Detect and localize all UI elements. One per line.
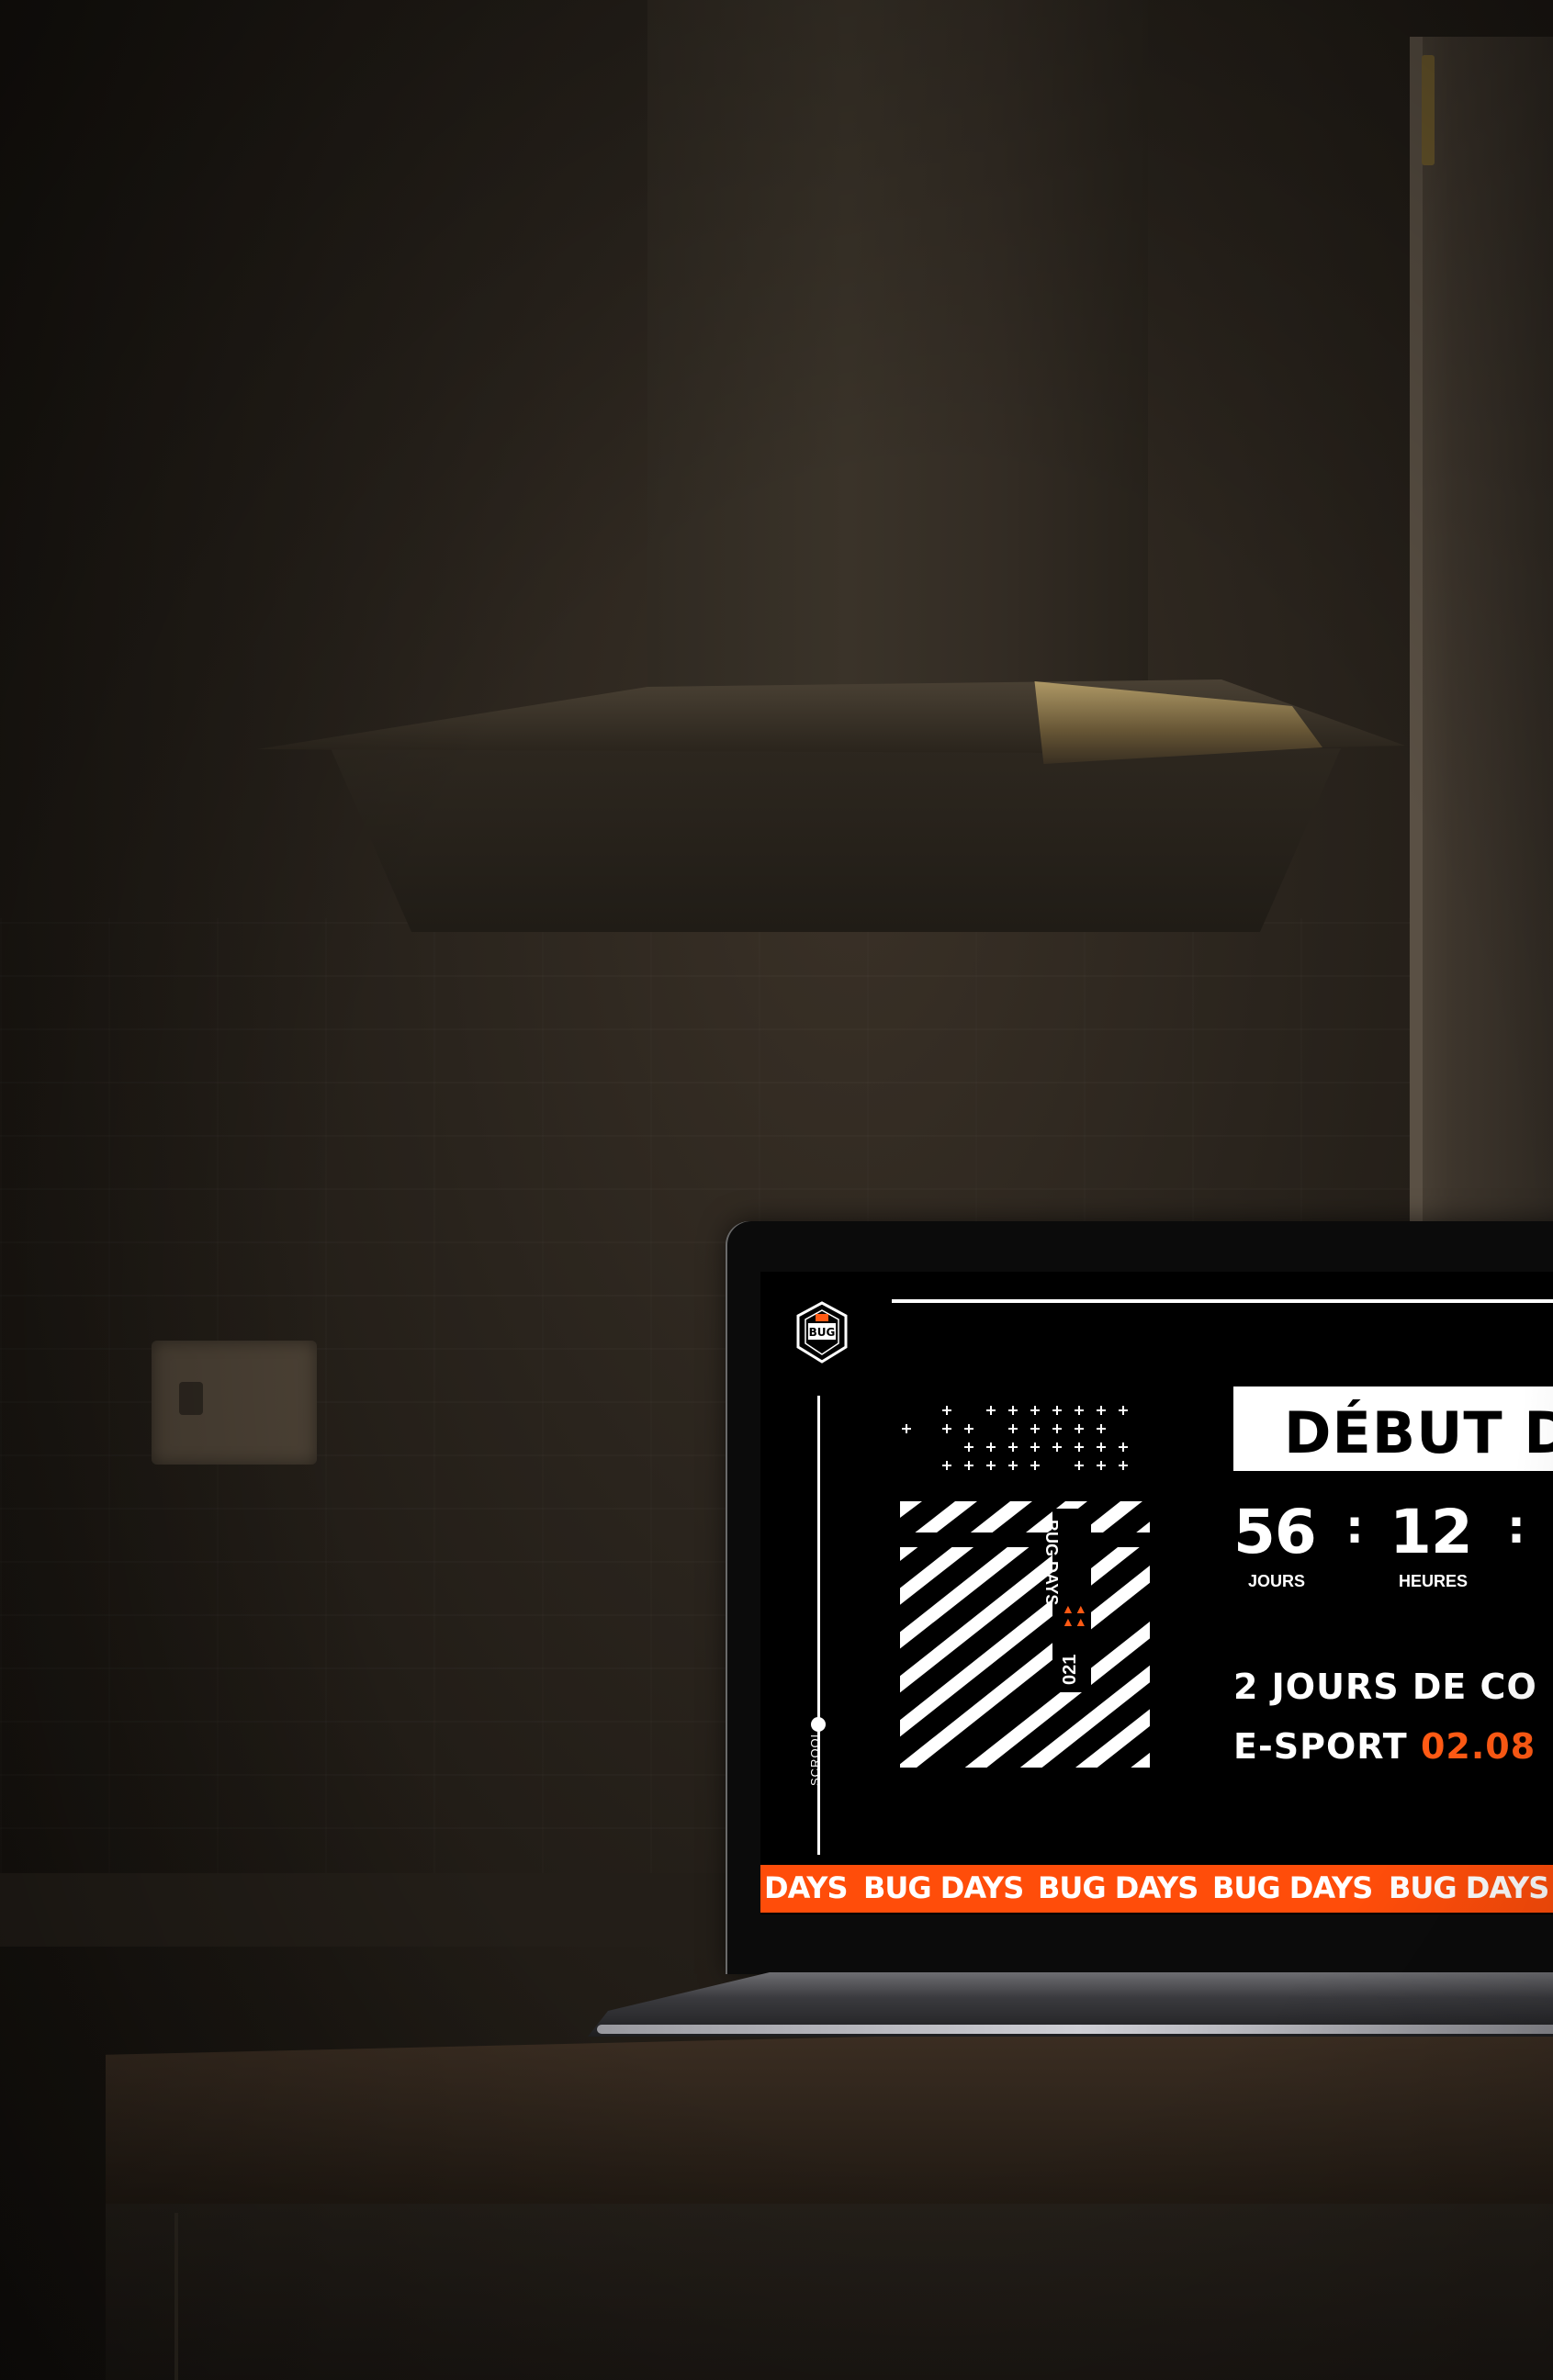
header-rule xyxy=(892,1299,1553,1303)
kitchen-scene: BUG SCROOL BUG DAYS ▲▲ ▲▲ 021 DÉBUT D 56… xyxy=(0,0,1553,2380)
range-hood-body xyxy=(331,748,1341,932)
wall-outlet xyxy=(152,1341,317,1465)
cabinet-seam xyxy=(174,2213,178,2380)
page-title: DÉBUT D xyxy=(1284,1399,1553,1466)
cabinet-front xyxy=(106,2204,1553,2380)
poster-tag-title: BUG DAYS xyxy=(1042,1520,1061,1606)
ticker-item: BUG DAYS xyxy=(863,1870,1024,1905)
wooden-countertop xyxy=(106,2020,1553,2213)
outlet-socket xyxy=(179,1382,203,1415)
countdown-separator: : xyxy=(1345,1500,1364,1554)
poster-tag-year: 021 xyxy=(1060,1654,1080,1685)
door-edge xyxy=(1410,37,1423,1230)
laptop-front-edge xyxy=(597,2025,1553,2034)
title-banner: DÉBUT D xyxy=(1233,1386,1553,1471)
event-category: E-SPORT 02.08 xyxy=(1233,1726,1553,1770)
countdown-hours-label: HEURES xyxy=(1399,1572,1469,1590)
logo-text: BUG xyxy=(809,1326,836,1339)
striped-poster xyxy=(900,1501,1150,1768)
plus-pattern-icon xyxy=(902,1406,1128,1470)
countdown: 56 : 12 : JOURS HEURES xyxy=(1233,1497,1553,1590)
countdown-days-label: JOURS xyxy=(1248,1572,1306,1590)
laptop-screen: BUG SCROOL BUG DAYS ▲▲ ▲▲ 021 DÉBUT D 56… xyxy=(760,1272,1553,1914)
bug-shield-logo-icon: BUG xyxy=(796,1301,848,1364)
ticker-item: BUG DAYS xyxy=(1389,1870,1549,1905)
scroll-label: SCROOL xyxy=(808,1730,822,1786)
countdown-separator: : xyxy=(1507,1500,1525,1554)
event-category-label: E-SPORT xyxy=(1233,1726,1421,1767)
countdown-days: 56 xyxy=(1233,1497,1317,1567)
event-description: 2 JOURS DE CO xyxy=(1233,1667,1537,1707)
marquee-ticker: DAYS BUG DAYS BUG DAYS BUG DAYS BUG DAYS xyxy=(760,1865,1553,1913)
event-date: 02.08 xyxy=(1420,1726,1536,1767)
door-hinge xyxy=(1422,55,1435,165)
ticker-item: BUG DAYS xyxy=(1038,1870,1199,1905)
range-hood-chimney xyxy=(647,0,1148,698)
countdown-hours: 12 xyxy=(1390,1497,1473,1567)
scroll-rail[interactable] xyxy=(817,1396,820,1855)
ticker-item: DAYS xyxy=(764,1870,848,1905)
ticker-item: BUG DAYS xyxy=(1212,1870,1373,1905)
door xyxy=(1410,37,1553,1230)
